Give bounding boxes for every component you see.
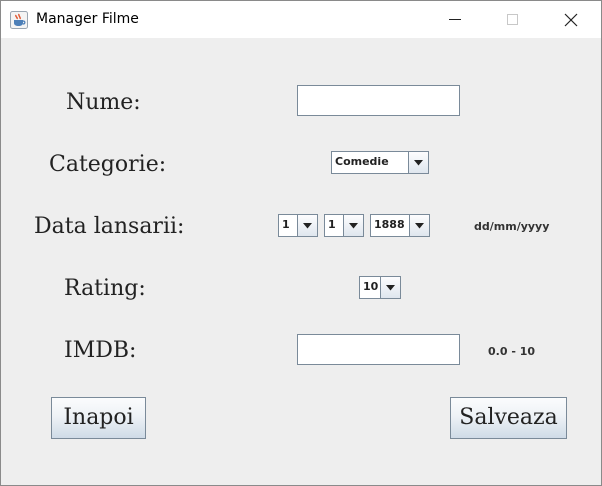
java-coffee-cup-icon bbox=[10, 11, 28, 29]
imdb-label: IMDB: bbox=[64, 338, 137, 363]
close-icon bbox=[564, 13, 578, 27]
minimize-icon bbox=[449, 19, 461, 20]
name-label: Nume: bbox=[66, 90, 141, 115]
rating-label: Rating: bbox=[64, 276, 146, 301]
year-select[interactable]: 1888 bbox=[370, 214, 430, 237]
rating-select[interactable]: 10 bbox=[359, 276, 401, 299]
imdb-field[interactable] bbox=[297, 334, 460, 365]
month-dropdown-button[interactable] bbox=[343, 215, 363, 236]
date-format-hint: dd/mm/yyyy bbox=[474, 220, 550, 233]
form-panel: Nume: Categorie: Comedie Data lansarii: … bbox=[1, 38, 601, 485]
day-dropdown-button[interactable] bbox=[297, 215, 317, 236]
day-select[interactable]: 1 bbox=[278, 214, 318, 237]
category-label: Categorie: bbox=[49, 152, 167, 177]
rating-value: 10 bbox=[363, 280, 379, 293]
month-value: 1 bbox=[328, 218, 336, 231]
title-bar[interactable]: Manager Filme bbox=[1, 1, 601, 38]
app-window: Manager Filme Nume: Categorie: Comedie D… bbox=[0, 0, 602, 486]
release-date-label: Data lansarii: bbox=[34, 214, 185, 239]
window-title: Manager Filme bbox=[36, 11, 139, 27]
chevron-down-icon bbox=[349, 223, 358, 229]
rating-dropdown-button[interactable] bbox=[380, 277, 400, 298]
category-dropdown-button[interactable] bbox=[408, 152, 428, 173]
year-dropdown-button[interactable] bbox=[409, 215, 429, 236]
close-button[interactable] bbox=[548, 1, 594, 38]
chevron-down-icon bbox=[414, 160, 423, 166]
minimize-button[interactable] bbox=[432, 1, 478, 38]
maximize-icon bbox=[507, 14, 518, 25]
chevron-down-icon bbox=[386, 285, 395, 291]
category-value: Comedie bbox=[335, 155, 389, 168]
imdb-range-hint: 0.0 - 10 bbox=[488, 345, 536, 358]
chevron-down-icon bbox=[415, 223, 424, 229]
month-select[interactable]: 1 bbox=[324, 214, 364, 237]
category-select[interactable]: Comedie bbox=[331, 151, 429, 174]
back-button[interactable]: Inapoi bbox=[51, 397, 146, 439]
name-field[interactable] bbox=[297, 85, 460, 116]
year-value: 1888 bbox=[374, 218, 405, 231]
save-button[interactable]: Salveaza bbox=[450, 397, 567, 439]
chevron-down-icon bbox=[303, 223, 312, 229]
day-value: 1 bbox=[282, 218, 290, 231]
maximize-button[interactable] bbox=[490, 1, 536, 38]
